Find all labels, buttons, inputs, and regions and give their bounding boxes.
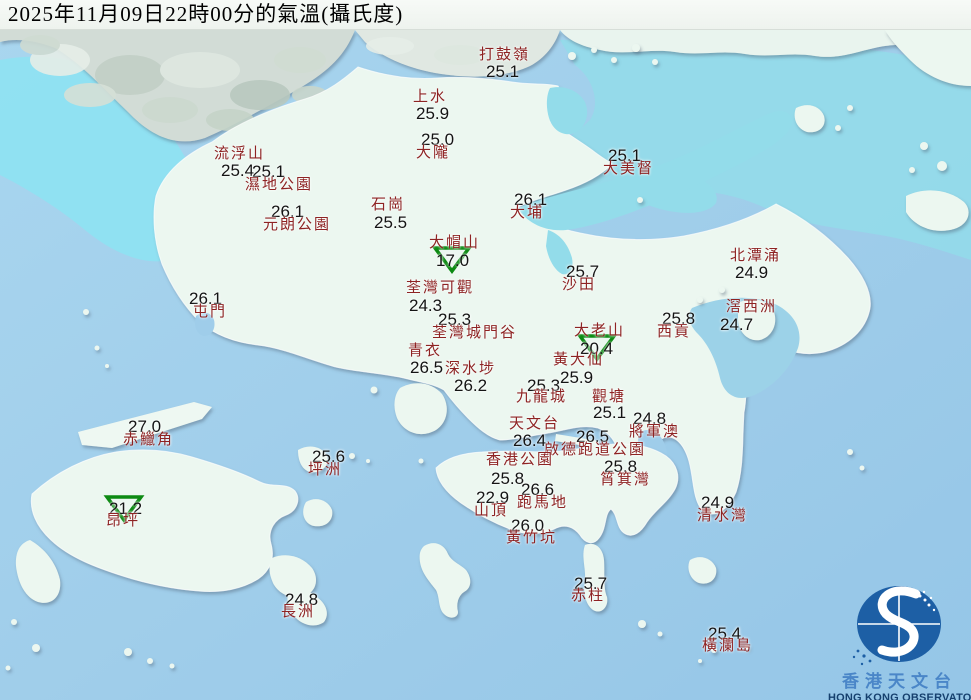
station-name: 深水埗 xyxy=(445,362,496,377)
station-name: 打鼓嶺 xyxy=(479,48,530,63)
station-name: 筲箕灣 xyxy=(600,473,651,488)
station-value: 25.5 xyxy=(374,214,407,231)
station-name: 啟德跑道公園 xyxy=(544,443,646,458)
station-name: 荃灣城門谷 xyxy=(432,326,517,341)
station-name: 清水灣 xyxy=(697,509,748,524)
station-name: 大隴 xyxy=(416,146,450,161)
station-name: 上水 xyxy=(413,90,447,105)
station-name: 沙田 xyxy=(562,278,596,293)
logo-halftone-dots-outer xyxy=(853,650,872,666)
station-value: 25.1 xyxy=(486,63,519,80)
hko-logo-name-english: HONG KONG OBSERVATORY xyxy=(828,692,971,700)
station-name: 荃灣可觀 xyxy=(406,281,474,296)
station-name: 長洲 xyxy=(281,605,315,620)
station-name: 黃竹坑 xyxy=(506,531,557,546)
station-name: 赤鱲角 xyxy=(123,433,174,448)
station-name: 橫瀾島 xyxy=(702,639,753,654)
station-name: 大美督 xyxy=(603,162,654,177)
station-name: 元朗公園 xyxy=(263,218,331,233)
station-name: 大老山 xyxy=(574,324,625,339)
station-value: 26.2 xyxy=(454,377,487,394)
station-name: 九龍城 xyxy=(516,390,567,405)
hko-logo: 香港天文台 HONG KONG OBSERVATORY xyxy=(828,578,971,700)
station-name: 香港公園 xyxy=(486,453,554,468)
station-name: 山頂 xyxy=(474,504,508,519)
station-name: 滘西洲 xyxy=(726,300,777,315)
station-name: 觀塘 xyxy=(592,390,626,405)
station-name: 大埔 xyxy=(510,206,544,221)
station-name: 濕地公園 xyxy=(245,178,313,193)
station-name: 大帽山 xyxy=(429,236,480,251)
station-value: 26.4 xyxy=(513,432,546,449)
hko-logo-icon xyxy=(828,578,971,666)
stations-layer: 25.1 打鼓嶺25.9 上水25.0 大隴25.4 流浮山25.1 濕地公園2… xyxy=(0,0,971,700)
station-name: 石崗 xyxy=(371,198,405,213)
station-name: 屯門 xyxy=(193,305,227,320)
hko-logo-name-chinese: 香港天文台 xyxy=(828,673,971,692)
station-name: 北潭涌 xyxy=(730,249,781,264)
station-name: 赤柱 xyxy=(571,589,605,604)
station-name: 跑馬地 xyxy=(517,496,568,511)
station-value: 26.5 xyxy=(410,359,443,376)
station-name: 坪洲 xyxy=(308,463,342,478)
station-value: 25.1 xyxy=(593,404,626,421)
station-name: 西貢 xyxy=(657,325,691,340)
station-value: 25.9 xyxy=(560,369,593,386)
station-value: 17.0 xyxy=(436,252,469,269)
station-value: 24.9 xyxy=(735,264,768,281)
station-name: 將軍澳 xyxy=(629,425,680,440)
station-value: 24.7 xyxy=(720,316,753,333)
station-value: 25.9 xyxy=(416,105,449,122)
station-name: 青衣 xyxy=(408,344,442,359)
station-name: 黃大仙 xyxy=(553,353,604,368)
temperature-map-screen: 2025年11月09日22時00分的氣溫(攝氏度) 25.1 打鼓嶺25.9 上… xyxy=(0,0,971,700)
station-name: 昂坪 xyxy=(106,514,140,529)
station-name: 流浮山 xyxy=(214,147,265,162)
station-value: 25.8 xyxy=(491,470,524,487)
station-name: 天文台 xyxy=(509,417,560,432)
